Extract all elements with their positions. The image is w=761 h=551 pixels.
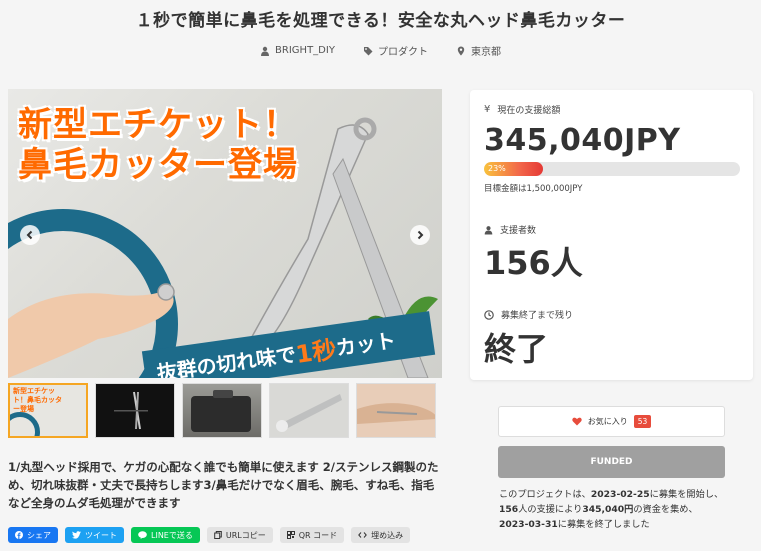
summary-part-4: の資金を集め、	[633, 504, 698, 515]
funding-stats-card: ¥ 現在の支援総額 345,040JPY 23% 目標金額は1,500,000J…	[470, 90, 753, 380]
meta-category[interactable]: プロダクト	[363, 43, 428, 58]
remaining-value: 終了	[484, 330, 549, 368]
thumbnail-5[interactable]	[356, 383, 436, 438]
url-copy-button[interactable]: URLコピー	[206, 527, 273, 543]
clock-icon	[484, 309, 494, 320]
project-description: 1/丸型ヘッド採用で、ケガの心配なく誰でも簡単に使えます 2/ステンレス鋼製のた…	[8, 460, 439, 510]
tag-icon	[363, 46, 373, 55]
remaining-label: 募集終了まで残り	[501, 311, 574, 321]
chevron-right-icon	[417, 230, 424, 240]
meta-location[interactable]: 東京都	[456, 43, 501, 58]
embed-button[interactable]: 埋め込み	[351, 527, 411, 543]
twitter-share-label: ツイート	[85, 530, 117, 540]
favorite-label: お気に入り	[587, 417, 628, 426]
project-meta: BRIGHT_DIY プロダクト 東京都	[0, 43, 761, 58]
meta-owner-label: BRIGHT_DIY	[275, 45, 335, 56]
heart-icon	[572, 417, 582, 426]
total-funding-value: 345,040JPY	[484, 123, 681, 158]
embed-label: 埋め込み	[371, 530, 404, 540]
line-share-label: LINEで送る	[151, 530, 193, 540]
user-icon	[261, 46, 270, 56]
funding-progress-bar: 23%	[484, 162, 740, 176]
carousel-prev-button[interactable]	[20, 225, 40, 245]
backers-label: 支援者数	[500, 226, 537, 236]
summary-start-date: 2023-02-25	[590, 489, 650, 500]
thumbnail-strip: 新型エチケット！鼻毛カッター登場	[8, 383, 436, 438]
location-pin-icon	[457, 46, 465, 55]
summary-part-2: に募集を開始し、	[649, 489, 724, 500]
thumbnail-5-image	[357, 403, 435, 424]
meta-category-label: プロダクト	[377, 47, 428, 58]
line-share-button[interactable]: LINEで送る	[131, 527, 200, 543]
favorite-count-badge: 53	[633, 415, 652, 428]
thumbnail-3-image	[191, 390, 251, 432]
funding-goal: 目標金額は1,500,000JPY	[484, 184, 583, 194]
yen-icon: ¥	[484, 104, 491, 115]
carousel-next-button[interactable]	[410, 225, 430, 245]
meta-owner[interactable]: BRIGHT_DIY	[260, 43, 335, 58]
meta-location-label: 東京都	[470, 47, 501, 58]
favorite-button[interactable]: お気に入り 53	[498, 406, 725, 437]
summary-amount: 345,040円	[582, 504, 634, 515]
summary-backers: 156	[499, 504, 519, 515]
twitter-share-button[interactable]: ツイート	[65, 527, 124, 543]
backers-label-row: 支援者数	[484, 223, 536, 236]
total-funding-label: 現在の支援総額	[497, 106, 561, 116]
main-image-carousel[interactable]: 新型エチケット！ 鼻毛カッター登場 抜群の切れ味で 1秒 カット	[8, 89, 442, 378]
line-icon	[138, 531, 147, 539]
copy-icon	[214, 531, 222, 539]
hero-banner-accent: 1秒	[293, 335, 339, 369]
facebook-icon	[15, 531, 23, 539]
summary-end-date: 2023-03-31	[499, 519, 558, 530]
user-icon	[484, 225, 493, 234]
funded-button[interactable]: FUNDED	[498, 446, 725, 478]
thumbnail-4[interactable]	[269, 383, 349, 438]
qr-code-label: QR コード	[298, 530, 338, 540]
hero-banner-post: カット	[334, 327, 398, 360]
thumbnail-2[interactable]	[95, 383, 175, 438]
thumbnail-3[interactable]	[182, 383, 262, 438]
project-title: １秒で簡単に鼻毛を処理できる！安全な丸ヘッド鼻毛カッター	[135, 11, 626, 31]
share-bar: シェア ツイート LINEで送る URLコピー QR コード 埋め込み	[8, 527, 411, 543]
summary-part-5: に募集を終了しました	[557, 519, 650, 530]
total-funding-label-row: ¥ 現在の支援総額	[484, 103, 560, 116]
thumbnail-1[interactable]: 新型エチケット！鼻毛カッター登場	[8, 383, 88, 438]
backers-value: 156人	[484, 244, 583, 282]
remaining-label-row: 募集終了まで残り	[484, 308, 573, 321]
thumbnail-4-image	[276, 394, 342, 432]
url-copy-label: URLコピー	[225, 530, 266, 540]
summary-part-3: 人の支援により	[518, 504, 583, 515]
hero-headline-2: 鼻毛カッター登場	[18, 145, 298, 185]
summary-part-1: このプロジェクトは、	[499, 489, 591, 500]
qr-code-icon	[286, 531, 295, 539]
twitter-icon	[72, 531, 81, 539]
chevron-left-icon	[26, 230, 33, 240]
facebook-share-label: シェア	[27, 530, 51, 540]
funding-progress-fill: 23%	[484, 162, 543, 176]
project-summary: このプロジェクトは、2023-02-25に募集を開始し、 156人の支援により34…	[499, 487, 727, 532]
thumbnail-2-image	[114, 391, 148, 430]
qr-code-button[interactable]: QR コード	[279, 527, 345, 543]
facebook-share-button[interactable]: シェア	[8, 527, 58, 543]
code-icon	[358, 532, 368, 538]
